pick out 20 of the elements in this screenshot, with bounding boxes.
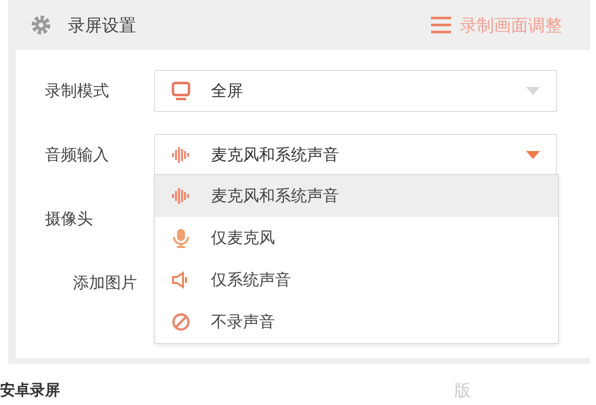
app-name: 安卓录屏 [0,380,60,400]
dropdown-select[interactable]: 全屏 [154,70,557,112]
caret-icon [526,151,540,159]
dropdown-option[interactable]: 不录声音 [155,301,558,343]
sound-wave-icon [171,186,191,206]
section-title: 录屏设置 [68,14,136,36]
microphone-icon [171,228,191,248]
field-label: 音频输入 [44,144,110,166]
sound-wave-icon [171,145,191,165]
dropdown-option[interactable]: 麦克风和系统声音 [155,175,558,217]
dropdown-option[interactable]: 仅麦克风 [155,217,558,259]
prohibited-icon [171,312,191,332]
monitor-icon [171,81,191,101]
field-label: 摄像头 [44,208,94,230]
field-label: 录制模式 [44,80,110,102]
sliders-icon [430,16,452,34]
field-label: 添加图片 [72,272,137,294]
dropdown-option[interactable]: 仅系统声音 [155,259,558,301]
caret-icon [526,87,540,95]
settings-icon [30,14,52,36]
